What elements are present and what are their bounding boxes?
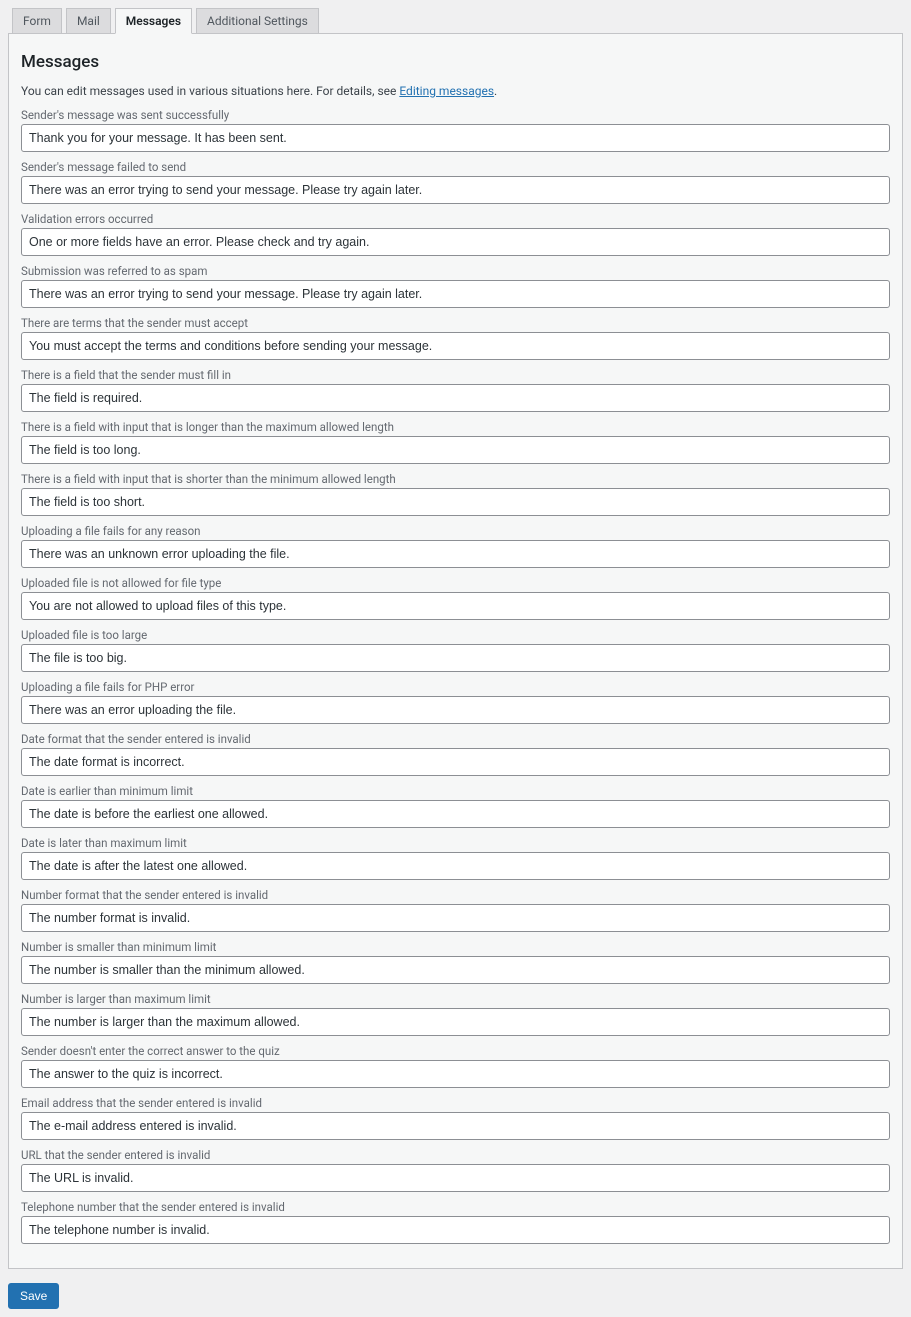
message-field: There is a field that the sender must fi… — [21, 368, 890, 412]
message-field-input[interactable] — [21, 488, 890, 516]
message-field: Uploading a file fails for any reason — [21, 524, 890, 568]
message-field-input[interactable] — [21, 228, 890, 256]
message-field-label: Uploaded file is too large — [21, 628, 890, 642]
message-field: There is a field with input that is shor… — [21, 472, 890, 516]
message-field: Date is later than maximum limit — [21, 836, 890, 880]
panel-heading: Messages — [21, 52, 890, 72]
message-field-input[interactable] — [21, 800, 890, 828]
message-field: Submission was referred to as spam — [21, 264, 890, 308]
message-field-input[interactable] — [21, 124, 890, 152]
message-field-input[interactable] — [21, 956, 890, 984]
tab-bar: Form Mail Messages Additional Settings — [8, 8, 903, 34]
message-field-input[interactable] — [21, 176, 890, 204]
message-field-input[interactable] — [21, 1112, 890, 1140]
message-field: Telephone number that the sender entered… — [21, 1200, 890, 1244]
message-field-label: URL that the sender entered is invalid — [21, 1148, 890, 1162]
tab-form[interactable]: Form — [12, 8, 62, 34]
message-field-label: Sender doesn't enter the correct answer … — [21, 1044, 890, 1058]
message-field-label: Uploading a file fails for PHP error — [21, 680, 890, 694]
message-field: Sender doesn't enter the correct answer … — [21, 1044, 890, 1088]
message-field: Number is smaller than minimum limit — [21, 940, 890, 984]
save-wrap: Save — [8, 1283, 903, 1309]
message-field: URL that the sender entered is invalid — [21, 1148, 890, 1192]
message-field: Uploaded file is not allowed for file ty… — [21, 576, 890, 620]
message-field-input[interactable] — [21, 1216, 890, 1244]
message-field-label: Telephone number that the sender entered… — [21, 1200, 890, 1214]
message-field: Date is earlier than minimum limit — [21, 784, 890, 828]
message-field-label: Email address that the sender entered is… — [21, 1096, 890, 1110]
message-field-label: Sender's message failed to send — [21, 160, 890, 174]
message-field-label: Date is earlier than minimum limit — [21, 784, 890, 798]
message-field: Sender's message was sent successfully — [21, 108, 890, 152]
intro-post: . — [494, 84, 497, 98]
message-field: Uploaded file is too large — [21, 628, 890, 672]
message-field-label: There is a field that the sender must fi… — [21, 368, 890, 382]
intro-pre: You can edit messages used in various si… — [21, 84, 399, 98]
save-button[interactable]: Save — [8, 1283, 59, 1309]
message-field-label: Submission was referred to as spam — [21, 264, 890, 278]
messages-panel: Messages You can edit messages used in v… — [8, 33, 903, 1269]
editing-messages-link[interactable]: Editing messages — [399, 84, 494, 98]
panel-intro: You can edit messages used in various si… — [21, 84, 890, 98]
message-field-input[interactable] — [21, 852, 890, 880]
message-field-input[interactable] — [21, 1008, 890, 1036]
message-field-input[interactable] — [21, 436, 890, 464]
message-field-label: Date is later than maximum limit — [21, 836, 890, 850]
message-field-input[interactable] — [21, 644, 890, 672]
message-field-input[interactable] — [21, 1164, 890, 1192]
message-field-label: Date format that the sender entered is i… — [21, 732, 890, 746]
message-field-label: There is a field with input that is shor… — [21, 472, 890, 486]
message-field-label: Number is larger than maximum limit — [21, 992, 890, 1006]
message-field: Number is larger than maximum limit — [21, 992, 890, 1036]
message-field-label: There is a field with input that is long… — [21, 420, 890, 434]
message-field: Date format that the sender entered is i… — [21, 732, 890, 776]
message-field-input[interactable] — [21, 540, 890, 568]
message-field-input[interactable] — [21, 748, 890, 776]
message-field-label: There are terms that the sender must acc… — [21, 316, 890, 330]
message-field-input[interactable] — [21, 696, 890, 724]
message-field-label: Number is smaller than minimum limit — [21, 940, 890, 954]
message-field-label: Uploading a file fails for any reason — [21, 524, 890, 538]
tab-additional-settings[interactable]: Additional Settings — [196, 8, 319, 34]
message-field: Number format that the sender entered is… — [21, 888, 890, 932]
message-field-input[interactable] — [21, 592, 890, 620]
message-field: Sender's message failed to send — [21, 160, 890, 204]
message-field-input[interactable] — [21, 332, 890, 360]
tab-messages[interactable]: Messages — [115, 8, 192, 34]
message-field-input[interactable] — [21, 384, 890, 412]
message-field-input[interactable] — [21, 1060, 890, 1088]
message-field-label: Number format that the sender entered is… — [21, 888, 890, 902]
message-field-input[interactable] — [21, 280, 890, 308]
message-field-label: Validation errors occurred — [21, 212, 890, 226]
message-field: There is a field with input that is long… — [21, 420, 890, 464]
message-field-label: Sender's message was sent successfully — [21, 108, 890, 122]
message-field-input[interactable] — [21, 904, 890, 932]
fields-container: Sender's message was sent successfully Se… — [21, 108, 890, 1244]
message-field: Email address that the sender entered is… — [21, 1096, 890, 1140]
message-field-label: Uploaded file is not allowed for file ty… — [21, 576, 890, 590]
message-field: Uploading a file fails for PHP error — [21, 680, 890, 724]
tab-mail[interactable]: Mail — [66, 8, 111, 34]
message-field: There are terms that the sender must acc… — [21, 316, 890, 360]
message-field: Validation errors occurred — [21, 212, 890, 256]
